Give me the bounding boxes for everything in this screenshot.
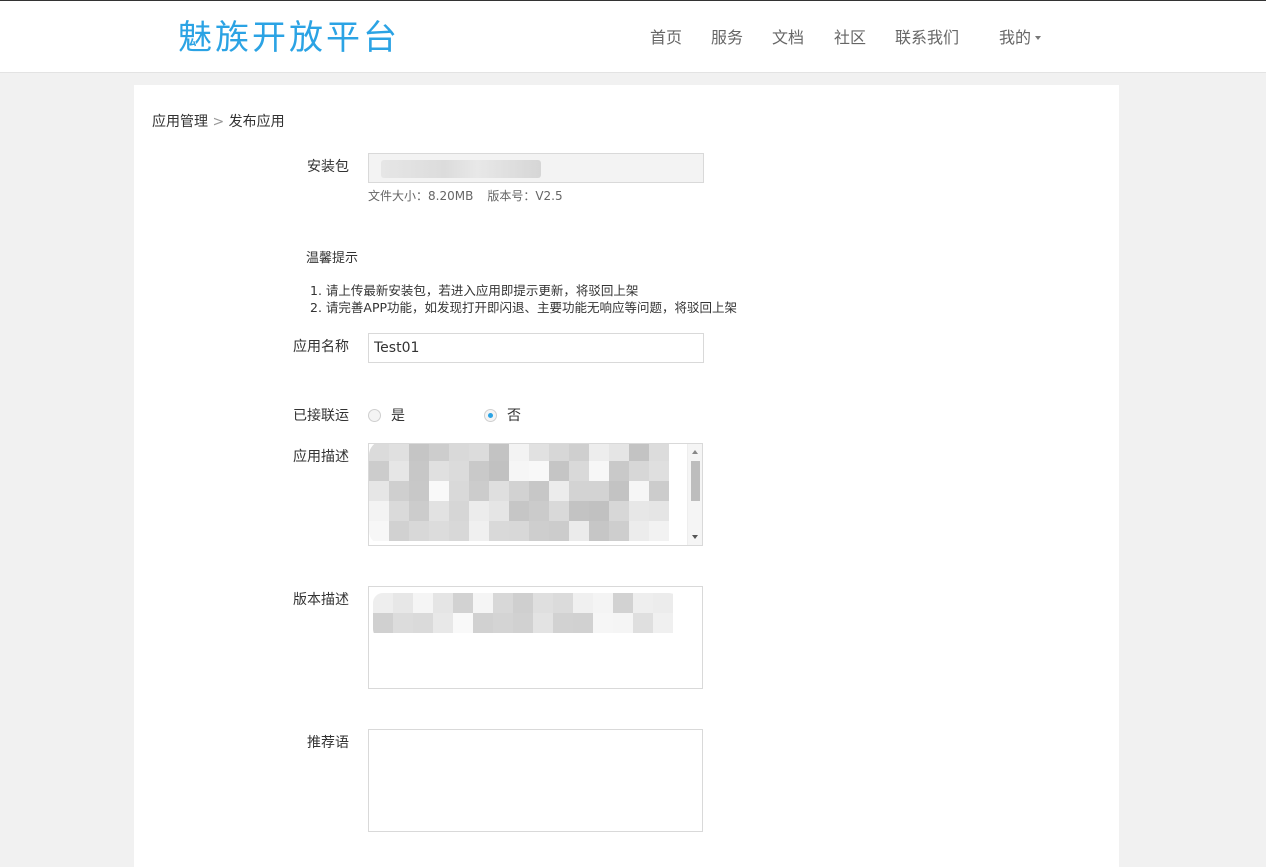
tips-title: 温馨提示 — [306, 251, 359, 266]
file-size-text: 文件大小：8.20MB — [368, 189, 474, 203]
nav-home[interactable]: 首页 — [650, 26, 682, 50]
linked-label: 已接联运 — [293, 408, 349, 424]
app-name-input[interactable] — [369, 334, 703, 362]
app-desc-scrollbar[interactable] — [687, 444, 702, 545]
account-menu-label: 我的 — [999, 28, 1032, 47]
app-name-label: 应用名称 — [293, 339, 349, 355]
version-desc-textarea[interactable] — [368, 586, 703, 689]
radio-no-label[interactable]: 否 — [507, 407, 521, 425]
radio-yes[interactable] — [368, 409, 381, 422]
package-label: 安装包 — [307, 159, 349, 175]
scroll-down-icon[interactable] — [692, 535, 698, 539]
breadcrumb-separator: > — [212, 114, 225, 130]
account-menu[interactable]: 我的 — [999, 26, 1042, 50]
package-filename-redacted — [381, 160, 541, 178]
chevron-down-icon — [1035, 35, 1042, 40]
app-name-field — [368, 333, 704, 363]
nav-docs[interactable]: 文档 — [772, 26, 804, 50]
recommend-label: 推荐语 — [307, 735, 349, 751]
breadcrumb: 应用管理 > 发布应用 — [152, 113, 285, 131]
app-desc-redacted — [369, 444, 675, 545]
radio-no[interactable] — [484, 409, 497, 422]
app-desc-label: 应用描述 — [293, 449, 349, 465]
radio-yes-label[interactable]: 是 — [391, 407, 405, 425]
version-text: 版本号：V2.5 — [487, 189, 563, 203]
recommend-textarea[interactable] — [368, 729, 703, 832]
scroll-thumb[interactable] — [691, 461, 700, 501]
version-desc-redacted — [373, 593, 679, 639]
nav-services[interactable]: 服务 — [711, 26, 743, 50]
breadcrumb-app-management[interactable]: 应用管理 — [152, 114, 208, 130]
scroll-up-icon[interactable] — [692, 450, 698, 454]
version-desc-label: 版本描述 — [293, 592, 349, 608]
tip-item: 2. 请完善APP功能，如发现打开即闪退、主要功能无响应等问题，将驳回上架 — [310, 300, 738, 315]
breadcrumb-current: 发布应用 — [228, 114, 285, 130]
package-field[interactable] — [368, 153, 704, 183]
tip-item: 1. 请上传最新安装包，若进入应用即提示更新，将驳回上架 — [310, 283, 639, 298]
tips-list: 1. 请上传最新安装包，若进入应用即提示更新，将驳回上架 2. 请完善APP功能… — [310, 282, 737, 316]
site-logo[interactable]: 魅族开放平台 — [178, 18, 400, 58]
nav-contact[interactable]: 联系我们 — [895, 26, 959, 50]
top-navbar: 魅族开放平台 首页 服务 文档 社区 联系我们 我的 — [0, 0, 1266, 73]
nav-community[interactable]: 社区 — [834, 26, 866, 50]
app-desc-textarea[interactable] — [368, 443, 703, 546]
package-meta: 文件大小：8.20MB 版本号：V2.5 — [368, 188, 563, 204]
